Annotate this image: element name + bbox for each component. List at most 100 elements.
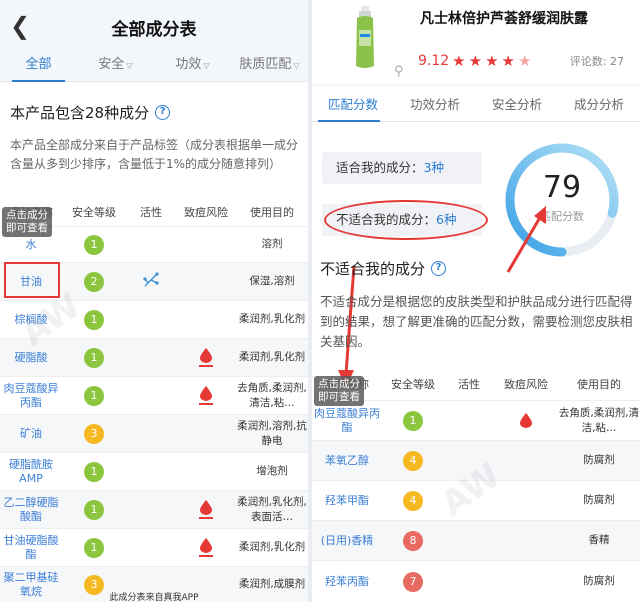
column-header: 安全等级	[72, 206, 116, 219]
usage-purpose: 防腐剂	[583, 454, 615, 466]
usage-purpose: 防腐剂	[583, 575, 615, 587]
acne-risk-bar	[199, 555, 213, 557]
table-row[interactable]: 硬脂酸 1 柔润剂,乳化剂	[0, 338, 308, 376]
help-icon[interactable]: ?	[431, 261, 447, 276]
analysis-tab-3[interactable]: 成分分析	[558, 90, 640, 121]
usage-purpose: 去角质,柔润剂,清洁,粘…	[237, 381, 307, 409]
active-indicator	[126, 271, 176, 293]
safety-badge: 7	[403, 571, 423, 592]
tab-label: 肤质匹配	[239, 56, 292, 72]
table-row[interactable]: 肉豆蔻酸异丙酯 1 去角质,柔润剂,清洁,粘…	[312, 400, 640, 440]
safety-badge: 8	[403, 530, 423, 551]
analysis-tab-2[interactable]: 安全分析	[476, 90, 558, 121]
star-rating: ★ ★ ★ ★ ★	[449, 52, 531, 70]
annotation-arrow-icon	[506, 206, 546, 273]
acne-risk-indicator	[199, 348, 213, 367]
column-header: 致痘风险	[504, 378, 548, 391]
rating: 9.12 ★ ★ ★ ★ ★	[418, 52, 531, 70]
suitable-ingredients[interactable]: 适合我的成分：3种	[322, 152, 482, 184]
ingredients-list-panel: ❮ 全部成分表 全部 安全 ▽ 功效 ▽ 肤质匹配 ▽ 本产品包含28种成分 ? 本产品全部…	[0, 0, 308, 602]
product-bottle-icon	[356, 6, 374, 68]
usage-purpose: 香精	[588, 534, 610, 546]
suitable-count: 3种	[423, 160, 444, 175]
drop-icon	[200, 348, 212, 363]
ingredient-name[interactable]: 矿油	[0, 427, 62, 441]
column-header: 使用目的	[250, 206, 294, 219]
acne-risk-indicator	[199, 386, 213, 405]
usage-purpose: 柔润剂,乳化剂	[238, 313, 306, 325]
safety-badge: 1	[84, 499, 104, 520]
analysis-tab-0[interactable]: 匹配分数	[312, 90, 394, 122]
table-row[interactable]: 肉豆蔻酸异丙酯 1 去角质,柔润剂,清洁,粘…	[0, 376, 308, 414]
acne-risk-indicator	[199, 500, 213, 519]
tooltip-line: 即可查看	[318, 391, 360, 403]
safety-badge: 4	[403, 490, 423, 511]
filter-tabs: 全部 安全 ▽ 功效 ▽ 肤质匹配 ▽	[0, 52, 308, 82]
ingredient-name[interactable]: 苯氧乙醇	[312, 454, 382, 468]
safety-badge: 1	[84, 347, 104, 368]
tooltip-line: 点击成分	[6, 209, 48, 221]
ingredient-name[interactable]: 硬脂酸	[0, 351, 62, 365]
table-row[interactable]: 羟苯甲酯 4 防腐剂	[312, 480, 640, 520]
safety-badge: 1	[403, 410, 423, 431]
page-title: 全部成分表	[111, 20, 197, 40]
table-row[interactable]: (日用)香精 8 香精	[312, 520, 640, 560]
ingredient-name[interactable]: 硬脂酰胺AMP	[0, 458, 62, 486]
ingredient-name[interactable]: 羟苯丙酯	[312, 575, 382, 589]
column-header: 致痘风险	[184, 206, 228, 219]
usage-purpose: 溶剂	[261, 238, 283, 250]
tab-1[interactable]: 安全 ▽	[77, 52, 154, 82]
usage-purpose: 柔润剂,乳化剂	[238, 541, 306, 553]
analysis-tab-1[interactable]: 功效分析	[394, 90, 476, 121]
table-row[interactable]: 苯氧乙醇 4 防腐剂	[312, 440, 640, 480]
usage-purpose: 防腐剂	[583, 494, 615, 506]
acne-risk	[176, 500, 236, 519]
drop-icon	[200, 500, 212, 515]
tooltip-line: 即可查看	[6, 222, 48, 234]
match-score-value: 79	[542, 170, 582, 205]
table-row[interactable]: 乙二醇硬脂酸酯 1 柔润剂,乳化剂,表面活…	[0, 490, 308, 528]
chevron-down-icon: ▽	[203, 60, 210, 70]
search-icon[interactable]: ⚲	[394, 64, 404, 79]
table-row[interactable]: 矿油 3 柔润剂,溶剂,抗静电	[0, 414, 308, 452]
safety-level: 1	[62, 537, 126, 558]
acne-risk	[176, 348, 236, 367]
tab-3[interactable]: 肤质匹配 ▽	[231, 52, 308, 82]
section-title: 不适合我的成分 ?	[320, 258, 447, 279]
safety-level: 1	[62, 309, 126, 330]
acne-risk-bar	[199, 365, 213, 367]
drop-icon	[520, 413, 532, 428]
safety-badge: 1	[84, 309, 104, 330]
safety-level: 1	[62, 461, 126, 482]
safety-badge: 1	[84, 234, 104, 255]
ingredient-name[interactable]: 羟苯甲酯	[312, 494, 382, 508]
ingredient-name[interactable]: 水	[0, 238, 62, 252]
acne-risk-indicator	[520, 413, 532, 428]
highlight-ellipse	[324, 200, 488, 240]
table-row[interactable]: 棕榈酸 1 柔润剂,乳化剂	[0, 300, 308, 338]
ingredient-name[interactable]: 甘油硬脂酸酯	[0, 534, 62, 562]
column-header: 安全等级	[391, 378, 435, 391]
table-row[interactable]: 甘油硬脂酸酯 1 柔润剂,乳化剂	[0, 528, 308, 566]
ingredient-name[interactable]: 肉豆蔻酸异丙酯	[312, 407, 382, 435]
section-description: 不适合成分是根据您的皮肤类型和护肤品成分进行匹配得到的结果，想了解更准确的匹配分…	[320, 294, 633, 349]
tooltip: 点击成分 即可查看	[314, 376, 364, 406]
ingredient-name[interactable]: (日用)香精	[312, 534, 382, 548]
acne-risk-indicator	[199, 538, 213, 557]
ingredient-name[interactable]: 肉豆蔻酸异丙酯	[0, 382, 62, 410]
help-icon[interactable]: ?	[155, 104, 171, 120]
safety-level: 8	[382, 530, 444, 551]
acne-risk-bar	[199, 517, 213, 519]
ingredient-name[interactable]: 棕榈酸	[0, 313, 62, 327]
table-row[interactable]: 硬脂酰胺AMP 1 增泡剂	[0, 452, 308, 490]
review-count[interactable]: 评论数: 27	[570, 53, 624, 69]
table-row[interactable]: 羟苯丙酯 7 防腐剂	[312, 560, 640, 602]
screenshot-root: ❮ 全部成分表 全部 安全 ▽ 功效 ▽ 肤质匹配 ▽ 本产品包含28种成分 ? 本产品全部…	[0, 0, 640, 602]
drop-icon	[200, 538, 212, 553]
tab-2[interactable]: 功效 ▽	[154, 52, 231, 82]
usage-purpose: 去角质,柔润剂,清洁,粘…	[558, 406, 640, 434]
ingredient-name[interactable]: 乙二醇硬脂酸酯	[0, 496, 62, 524]
tooltip: 点击成分 即可查看	[2, 207, 52, 237]
footer-note: 此成分表来自真我APP	[109, 593, 199, 602]
tab-0[interactable]: 全部	[0, 52, 77, 82]
